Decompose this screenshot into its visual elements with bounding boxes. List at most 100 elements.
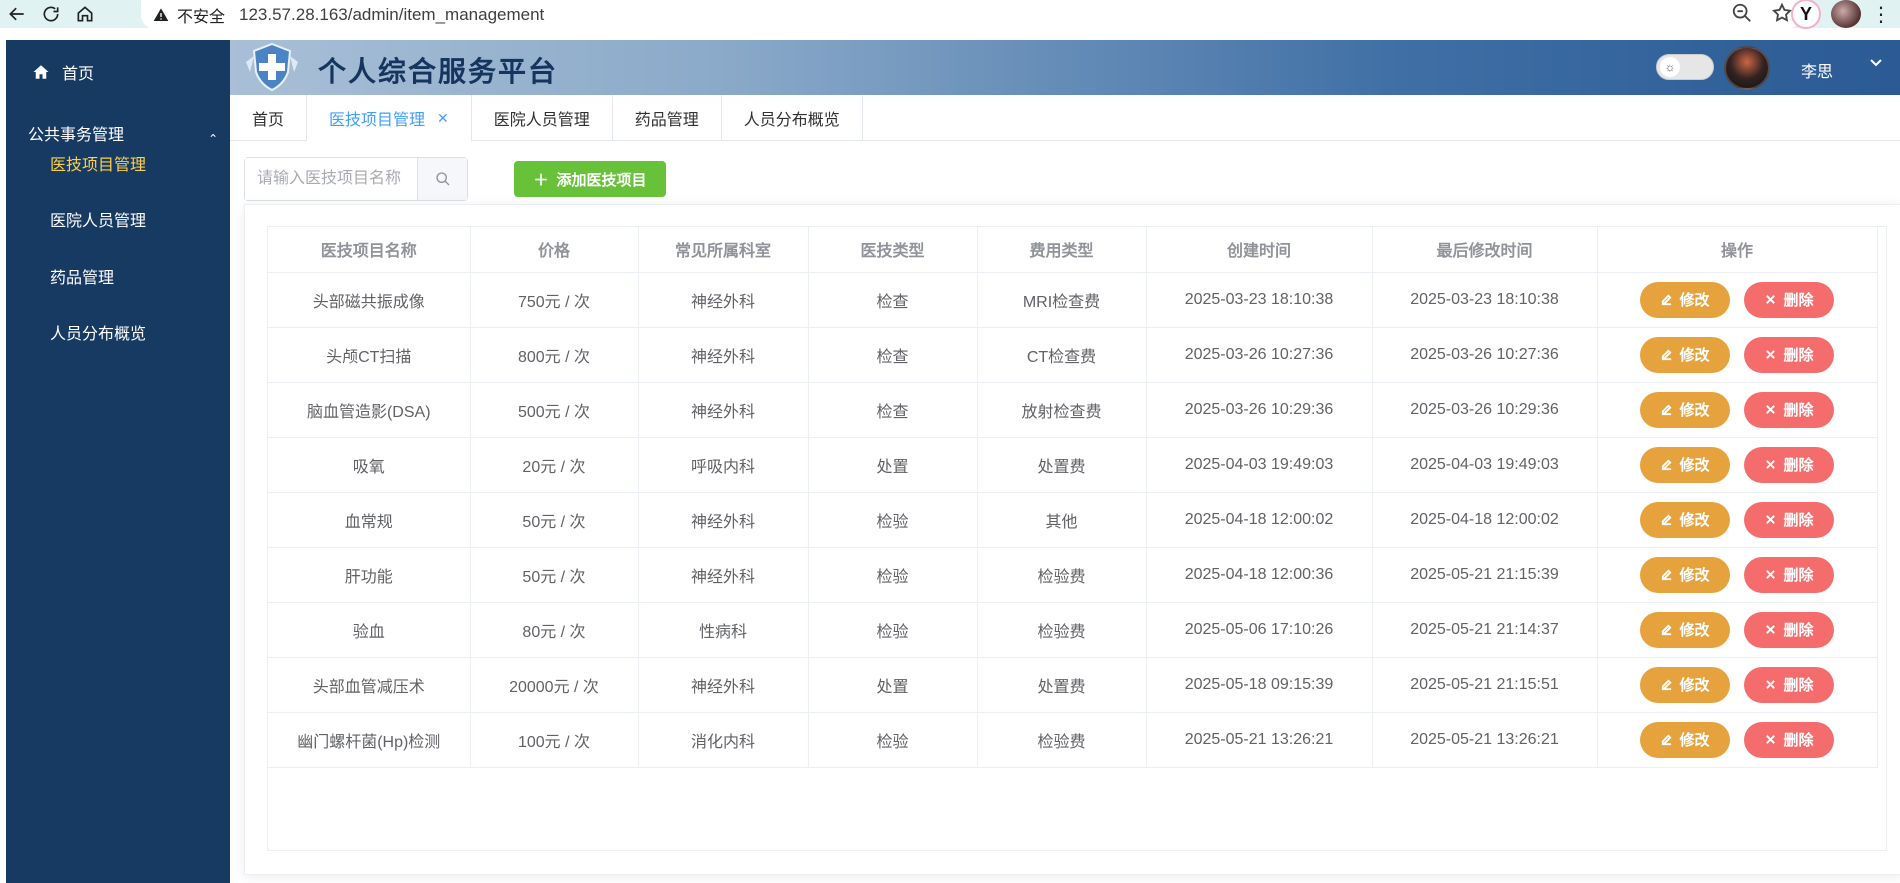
close-icon bbox=[1766, 625, 1776, 634]
sidebar-item-staff-distribution[interactable]: 人员分布概览 bbox=[50, 320, 146, 344]
table-cell: 2025-03-26 10:27:36 bbox=[1372, 327, 1598, 383]
table-cell: 2025-03-23 18:10:38 bbox=[1372, 272, 1598, 328]
table-cell: 2025-03-23 18:10:38 bbox=[1146, 272, 1373, 328]
reload-button[interactable] bbox=[34, 0, 68, 28]
arrow-left-icon bbox=[9, 7, 24, 21]
table-cell: 幽门螺杆菌(Hp)检测 bbox=[268, 712, 471, 768]
delete-button[interactable]: 删除 bbox=[1744, 281, 1834, 318]
edit-icon bbox=[1662, 459, 1673, 471]
extension-icon[interactable]: Y bbox=[1791, 0, 1821, 29]
actions-cell: 修改 删除 bbox=[1597, 547, 1878, 603]
edit-button[interactable]: 修改 bbox=[1640, 336, 1730, 373]
edit-label: 修改 bbox=[1679, 677, 1710, 694]
user-avatar[interactable] bbox=[1724, 46, 1770, 90]
delete-label: 删除 bbox=[1783, 292, 1814, 309]
edit-button[interactable]: 修改 bbox=[1640, 446, 1730, 483]
tab-hospital-staff[interactable]: 医院人员管理 bbox=[472, 95, 613, 141]
theme-toggle[interactable]: ☼ bbox=[1656, 54, 1714, 80]
table-cell: 800元 / 次 bbox=[470, 327, 639, 383]
home-button[interactable] bbox=[68, 0, 102, 28]
delete-button[interactable]: 删除 bbox=[1744, 336, 1834, 373]
address-bar[interactable]: 不安全 123.57.28.163/admin/item_management bbox=[141, 0, 1801, 29]
delete-label: 删除 bbox=[1783, 567, 1814, 584]
close-icon bbox=[1766, 570, 1776, 579]
table-cell: 2025-05-21 21:15:39 bbox=[1372, 547, 1598, 603]
home-outline-icon bbox=[77, 6, 93, 22]
search-button[interactable] bbox=[417, 158, 467, 200]
app-header: 个人综合服务平台 ☼ 李思 bbox=[230, 40, 1900, 95]
tab-medical-items[interactable]: 医技项目管理 ✕ bbox=[307, 95, 472, 141]
delete-button[interactable]: 删除 bbox=[1744, 556, 1834, 593]
table-cell: 50元 / 次 bbox=[470, 547, 639, 603]
plus-icon: ＋ bbox=[533, 171, 549, 189]
edit-icon bbox=[1662, 349, 1673, 361]
table-cell: 神经外科 bbox=[638, 492, 809, 548]
actions-cell: 修改 删除 bbox=[1597, 657, 1878, 713]
close-icon bbox=[1766, 350, 1776, 359]
table-cell: 神经外科 bbox=[638, 382, 809, 438]
table-cell: 验血 bbox=[268, 602, 471, 658]
sidebar-item-home[interactable]: 首页 bbox=[32, 60, 94, 84]
delete-button[interactable]: 删除 bbox=[1744, 721, 1834, 758]
delete-button[interactable]: 删除 bbox=[1744, 666, 1834, 703]
edit-icon bbox=[1662, 624, 1673, 636]
tab-label: 医技项目管理 bbox=[329, 112, 426, 129]
zoom-out-icon[interactable] bbox=[1731, 2, 1753, 24]
edit-icon bbox=[1662, 734, 1673, 746]
url-text[interactable]: 123.57.28.163/admin/item_management bbox=[239, 5, 544, 25]
sidebar-item-hospital-staff[interactable]: 医院人员管理 bbox=[50, 207, 146, 231]
table-row: 吸氧 20元 / 次呼吸内科 处置 处置费 2025-04-03 19:49:03 202… bbox=[268, 437, 1878, 493]
delete-button[interactable]: 删除 bbox=[1744, 391, 1834, 428]
table-cell: 检验 bbox=[808, 712, 978, 768]
shield-logo-icon bbox=[246, 42, 298, 92]
delete-button[interactable]: 删除 bbox=[1744, 501, 1834, 538]
sidebar-item-drugs[interactable]: 药品管理 bbox=[50, 264, 114, 288]
user-menu-chevron-icon[interactable] bbox=[1868, 54, 1884, 70]
table-cell: 脑血管造影(DSA) bbox=[268, 382, 471, 438]
search-input[interactable] bbox=[245, 158, 417, 200]
edit-button[interactable]: 修改 bbox=[1640, 666, 1730, 703]
delete-button[interactable]: 删除 bbox=[1744, 446, 1834, 483]
search-group bbox=[244, 157, 468, 201]
delete-label: 删除 bbox=[1783, 622, 1814, 639]
sidebar-group-public-affairs[interactable]: 公共事务管理 ⌄ bbox=[28, 121, 218, 145]
items-table: 医技项目名称 价格 常见所属科室 医技类型 费用类型 创建时间 最后修改时间 操… bbox=[268, 227, 1878, 768]
sidebar: 首页 公共事务管理 ⌄ 医技项目管理 医院人员管理 药品管理 人员分布概览 bbox=[6, 40, 230, 883]
actions-cell: 修改 删除 bbox=[1597, 327, 1878, 383]
table-row: 血常规 50元 / 次神经外科 检验 其他 2025-04-18 12:00:02 202… bbox=[268, 492, 1878, 548]
sidebar-home-label: 首页 bbox=[62, 66, 95, 83]
edit-label: 修改 bbox=[1679, 622, 1710, 639]
tab-home[interactable]: 首页 bbox=[230, 95, 308, 141]
table-cell: 神经外科 bbox=[638, 327, 809, 383]
back-button[interactable] bbox=[0, 0, 34, 28]
edit-button[interactable]: 修改 bbox=[1640, 556, 1730, 593]
delete-label: 删除 bbox=[1783, 347, 1814, 364]
actions-cell: 修改 删除 bbox=[1597, 437, 1878, 493]
delete-button[interactable]: 删除 bbox=[1744, 611, 1834, 648]
edit-button[interactable]: 修改 bbox=[1640, 501, 1730, 538]
sidebar-item-medical-items[interactable]: 医技项目管理 bbox=[50, 151, 146, 175]
tab-staff-distribution[interactable]: 人员分布概览 bbox=[722, 95, 863, 141]
table-cell: 2025-04-18 12:00:36 bbox=[1146, 547, 1373, 603]
edit-button[interactable]: 修改 bbox=[1640, 391, 1730, 428]
edit-label: 修改 bbox=[1679, 292, 1710, 309]
edit-button[interactable]: 修改 bbox=[1640, 611, 1730, 648]
tab-drugs[interactable]: 药品管理 bbox=[613, 95, 722, 141]
table-cell: 2025-05-06 17:10:26 bbox=[1146, 602, 1373, 658]
add-item-button[interactable]: ＋ 添加医技项目 bbox=[514, 161, 666, 197]
more-menu-icon[interactable]: ⋮ bbox=[1871, 2, 1892, 27]
edit-label: 修改 bbox=[1679, 347, 1710, 364]
browser-profile-avatar[interactable] bbox=[1831, 0, 1861, 28]
edit-button[interactable]: 修改 bbox=[1640, 281, 1730, 318]
actions-cell: 修改 删除 bbox=[1597, 712, 1878, 768]
actions-cell: 修改 删除 bbox=[1597, 272, 1878, 328]
table-row: 幽门螺杆菌(Hp)检测 100元 / 次消化内科 检验 检验费 2025-05-21 1… bbox=[268, 712, 1878, 768]
close-icon[interactable]: ✕ bbox=[437, 110, 449, 127]
table-cell: 2025-04-18 12:00:02 bbox=[1372, 492, 1598, 548]
table-cell: 100元 / 次 bbox=[470, 712, 639, 768]
user-name[interactable]: 李思 bbox=[1801, 58, 1833, 82]
star-icon[interactable] bbox=[1771, 2, 1793, 24]
close-icon bbox=[1766, 405, 1776, 414]
edit-button[interactable]: 修改 bbox=[1640, 721, 1730, 758]
column-header: 医技项目名称 bbox=[268, 227, 471, 273]
